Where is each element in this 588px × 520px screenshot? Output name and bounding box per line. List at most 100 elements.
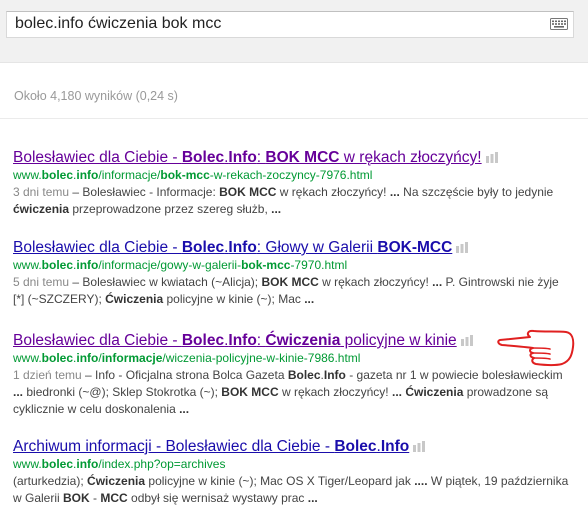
result-date: 3 dni temu <box>13 185 70 199</box>
pointing-hand-icon <box>497 329 575 367</box>
title-text: Bolesławiec dla Ciebie - <box>13 332 182 349</box>
snippet-text: ... <box>271 202 282 216</box>
result-date: 1 dzień temu <box>13 368 82 382</box>
snippet-text: Na szczęście były to jedynie <box>399 185 554 199</box>
url-text: -w-rekach-zoczyncy-7976.html <box>209 168 373 182</box>
snippet-text: ... <box>304 292 315 306</box>
title-text: BOK MCC <box>265 149 340 166</box>
search-result: Bolesławiec dla Ciebie - Bolec.Info: BOK… <box>13 148 573 218</box>
snippet-text: w rękach złoczyńcy! <box>276 185 390 199</box>
title-text: Bolesławiec dla Ciebie - <box>13 149 182 166</box>
title-text: Archiwum informacji - Bolesławiec dla Ci… <box>13 438 335 455</box>
snippet-text: ... <box>389 185 400 199</box>
snippet-text: Bolec <box>287 368 321 382</box>
snippet-text: BOK MCC <box>261 275 319 289</box>
result-snippet: 3 dni temu – Bolesławiec - Informacje: B… <box>13 184 573 218</box>
snippet-text: Ćwiczenia <box>87 474 146 488</box>
url-text: bok-mcc <box>241 258 291 272</box>
snippet-text: BOK <box>63 491 90 505</box>
search-result: Bolesławiec dla Ciebie - Bolec.Info: Ćwi… <box>13 331 573 418</box>
snippet-text: – Bolesławiec w kwiatach (~Alicja); <box>69 275 262 289</box>
title-text: Bolesławiec dla Ciebie - <box>13 239 182 256</box>
url-text: /informacje/gowy-w-galerii- <box>98 258 242 272</box>
snippet-text: Ćwiczenia <box>105 292 164 306</box>
snippet-text: ... <box>307 491 318 505</box>
url-text: bolec <box>41 168 74 182</box>
snippet-text: ... <box>13 385 24 399</box>
snippet-text: ... <box>432 275 443 289</box>
title-text: Info <box>228 149 257 166</box>
snippet-text: BOK MCC <box>221 385 279 399</box>
result-title-link[interactable]: Bolesławiec dla Ciebie - Bolec.Info: Gło… <box>13 238 452 257</box>
title-text: BOK-MCC <box>377 239 453 256</box>
snippet-text: BOK MCC <box>219 185 277 199</box>
snippet-text: przeprowadzone przez szereg służb, <box>69 202 272 216</box>
title-text: Info <box>228 332 257 349</box>
snippet-text: ... <box>179 402 190 416</box>
result-title-link[interactable]: Bolesławiec dla Ciebie - Bolec.Info: BOK… <box>13 148 482 167</box>
snippet-text: Info <box>323 368 346 382</box>
url-text: info <box>76 258 99 272</box>
url-text: info <box>76 168 99 182</box>
search-header: bolec.info ćwiczenia bok mcc <box>0 0 588 63</box>
title-text: : Głowy w Galerii <box>256 239 378 256</box>
title-text: Bolec <box>181 332 225 349</box>
instant-preview-icon[interactable] <box>485 151 499 163</box>
search-input[interactable]: bolec.info ćwiczenia bok mcc <box>6 11 574 38</box>
result-stats: Około 4,180 wyników (0,24 s) <box>14 89 178 103</box>
title-text: Ćwiczenia <box>265 332 341 349</box>
snippet-text: biedronki (~@); Sklep Stokrotka (~); <box>23 385 222 399</box>
snippet-text: – Info - Oficjalna strona Bolca Gazeta <box>81 368 288 382</box>
snippet-text: (arturkedzia); <box>13 474 88 488</box>
result-title-link[interactable]: Bolesławiec dla Ciebie - Bolec.Info: Ćwi… <box>13 331 457 350</box>
snippet-text: ćwiczenia <box>13 202 70 216</box>
url-text: bolec <box>41 258 74 272</box>
snippet-text: w rękach złoczyńcy! <box>318 275 433 289</box>
url-text: info <box>76 457 99 471</box>
url-text: www. <box>13 258 42 272</box>
search-result: Archiwum informacji - Bolesławiec dla Ci… <box>13 437 573 507</box>
url-text: bok-mcc <box>160 168 210 182</box>
result-url: www.bolec.info/informacje/wiczenia-polic… <box>13 351 573 366</box>
title-text: Info <box>228 239 257 256</box>
result-date: 5 dni temu <box>13 275 70 289</box>
snippet-text: .... <box>414 474 428 488</box>
search-query-text[interactable]: bolec.info ćwiczenia bok mcc <box>15 15 221 33</box>
url-text: info <box>76 351 99 365</box>
url-text: www. <box>13 457 42 471</box>
url-text: bolec <box>41 351 74 365</box>
snippet-text: - <box>89 491 101 505</box>
snippet-text: odbył się wernisaż wystawy prac <box>127 491 308 505</box>
url-text: /wiczenia-policyjne-w-kinie-7986.html <box>162 351 361 365</box>
snippet-text: ... <box>391 385 402 399</box>
title-text: Info <box>380 438 410 455</box>
result-url: www.bolec.info/informacje/bok-mcc-w-reka… <box>13 168 573 183</box>
instant-preview-icon[interactable] <box>455 241 469 253</box>
url-text: www. <box>13 168 42 182</box>
result-snippet: 5 dni temu – Bolesławiec w kwiatach (~Al… <box>13 274 573 308</box>
instant-preview-icon[interactable] <box>412 440 426 452</box>
result-url: www.bolec.info/informacje/gowy-w-galerii… <box>13 258 573 273</box>
title-text: policyjne w kinie <box>340 332 457 349</box>
snippet-text: policyjne w kinie (~); Mac <box>163 292 305 306</box>
url-text: -7970.html <box>290 258 348 272</box>
snippet-text: w rękach złoczyńcy! <box>278 385 392 399</box>
url-text: informacje <box>101 351 163 365</box>
result-snippet: 1 dzień temu – Info - Oficjalna strona B… <box>13 367 573 418</box>
url-text: www. <box>13 351 42 365</box>
snippet-text: MCC <box>100 491 128 505</box>
url-text: bolec <box>41 457 74 471</box>
snippet-text: - gazeta nr 1 w powiecie bolesławieckim <box>345 368 563 382</box>
title-text: Bolec <box>334 438 377 455</box>
result-url: www.bolec.info/index.php?op=archives <box>13 457 573 472</box>
divider <box>0 118 588 119</box>
snippet-text: policyjne w kinie (~); Mac OS X Tiger/Le… <box>145 474 415 488</box>
snippet-text: – Bolesławiec - Informacje: <box>69 185 220 199</box>
instant-preview-icon[interactable] <box>460 334 474 346</box>
result-title-link[interactable]: Archiwum informacji - Bolesławiec dla Ci… <box>13 437 409 456</box>
title-text: Bolec <box>181 149 225 166</box>
url-text: /index.php?op=archives <box>98 457 226 471</box>
keyboard-icon[interactable] <box>550 18 568 30</box>
title-text: Bolec <box>181 239 225 256</box>
search-result: Bolesławiec dla Ciebie - Bolec.Info: Gło… <box>13 238 573 308</box>
